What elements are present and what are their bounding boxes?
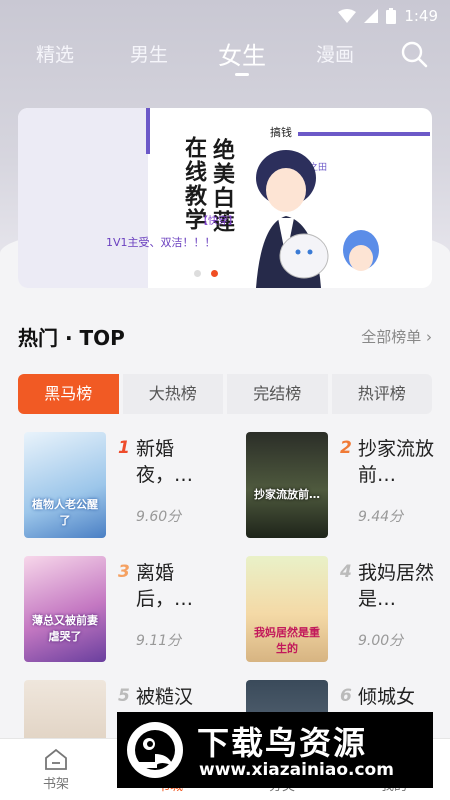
book-score: 9.00分 [358,633,404,649]
banner-decoration [146,108,150,154]
all-rankings-label: 全部榜单 [361,328,422,346]
signal-icon [364,9,379,23]
banner-decoration-bar [298,132,430,136]
banner-panel [18,108,148,288]
home-icon [45,748,67,770]
rank-number: 5 [118,686,130,706]
all-rankings-link[interactable]: 全部榜单 › [361,326,432,347]
watermark-name: 下载鸟资源 [197,724,368,762]
rank-number: 1 [118,438,130,458]
wifi-icon [338,9,357,23]
book-cover: 抄家流放前… [246,432,328,538]
rank-number: 2 [340,438,352,458]
bird-logo-icon [127,722,183,778]
cover-title: 植物人老公醒了 [32,498,98,527]
rank-number: 6 [340,686,352,706]
book-cover [24,680,106,738]
active-tab-indicator [235,73,249,76]
status-bar: 1:49 [0,0,450,32]
tab-male[interactable]: 男生 [124,40,174,67]
book-score: 9.11分 [136,633,182,649]
tab-female[interactable]: 女生 [212,36,272,71]
rank-number: 4 [340,562,352,582]
book-cover: 我妈居然是重生的 [246,556,328,662]
rank-number: 3 [118,562,130,582]
book-item[interactable]: 植物人老公醒了 1 新婚夜，… 9.60分 [24,432,234,542]
section-title: 热门 · TOP [18,326,125,350]
cover-title: 抄家流放前… [254,488,320,501]
ranking-tabs: 黑马榜 大热榜 完结榜 热评榜 [18,374,432,414]
book-score: 9.44分 [358,509,404,525]
book-item[interactable]: 薄总又被前妻虐哭了 3 离婚后，… 9.11分 [24,556,234,666]
tab-reviewed[interactable]: 热评榜 [331,374,432,414]
chevron-right-icon: › [426,328,432,346]
cover-title: 我妈居然是重生的 [254,626,320,655]
book-item[interactable]: 我妈居然是重生的 4 我妈居然是… 9.00分 [246,556,450,666]
book-cover: 植物人老公醒了 [24,432,106,538]
cover-title: 薄总又被前妻虐哭了 [32,614,98,643]
tab-featured[interactable]: 精选 [30,40,80,67]
book-title: 我妈居然是… [358,562,435,610]
book-cover: 薄总又被前妻虐哭了 [24,556,106,662]
nav-bookshelf-label: 书架 [42,777,69,792]
book-title: 新婚夜，… [136,438,194,486]
tab-darkhorse[interactable]: 黑马榜 [18,374,119,414]
tab-popular[interactable]: 大热榜 [122,374,223,414]
nav-bookshelf[interactable]: 书架 [26,747,86,792]
book-title: 抄家流放前… [358,438,435,486]
search-icon[interactable] [400,40,428,68]
book-title: 倾城女 [358,686,416,708]
book-title: 被糙汉 [136,686,194,708]
banner-illustration [256,150,379,288]
watermark-overlay: 下载鸟资源 www.xiazainiao.com [117,712,433,788]
book-item[interactable]: 抄家流放前… 2 抄家流放前… 9.44分 [246,432,450,542]
hot-section-header: 热门 · TOP 全部榜单 › [18,322,432,350]
book-title: 离婚后，… [136,562,194,610]
promo-banner[interactable]: 在线教学 绝美白莲 【快穿】 1V1主受、双洁！！！ 搞钱 菜之田 [18,108,432,288]
tab-comics[interactable]: 漫画 [310,40,360,67]
battery-icon [386,8,397,24]
banner-dot[interactable] [194,270,201,277]
banner-dot-active[interactable] [211,270,218,277]
banner-subtitle: 1V1主受、双洁！！！ [106,236,216,249]
book-score: 9.60分 [136,509,182,525]
channel-tabs: 精选 男生 女生 漫画 [0,32,450,78]
watermark-url: www.xiazainiao.com [199,760,394,780]
clock: 1:49 [404,7,438,25]
tab-completed[interactable]: 完结榜 [227,374,328,414]
banner-pagination [194,270,218,277]
